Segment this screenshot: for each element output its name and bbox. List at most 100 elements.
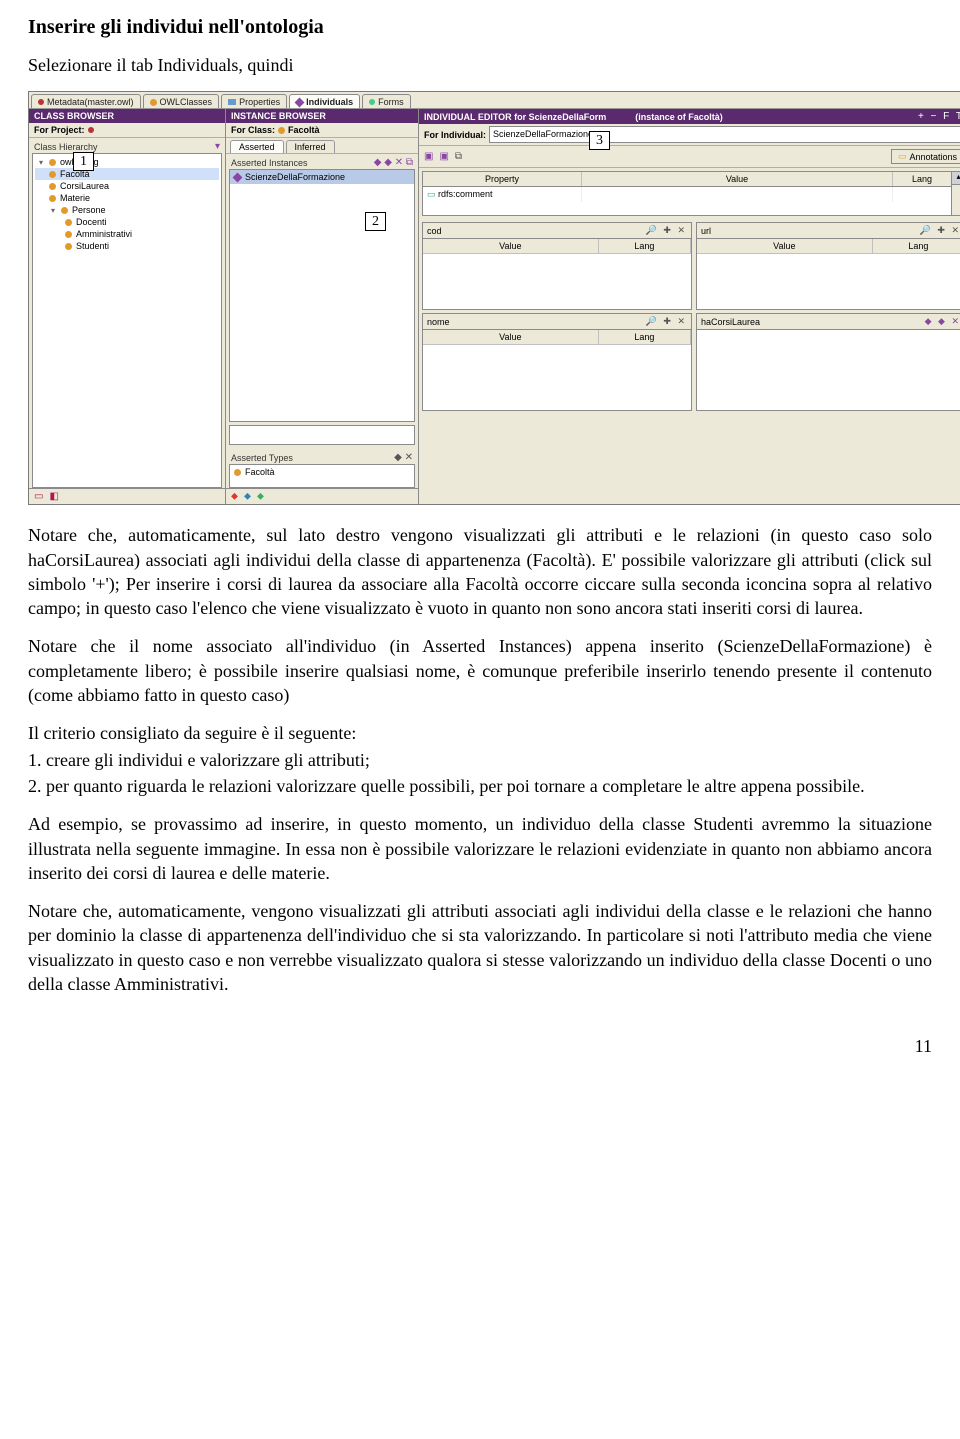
properties-icon [228, 99, 236, 105]
annotations-button-label: Annotations [909, 152, 957, 162]
asserted-instances-toolbar[interactable]: ◆ ◆ ✕ ⧉ [374, 157, 413, 168]
class-icon [234, 469, 241, 476]
instance-browser-header: INSTANCE BROWSER [226, 109, 418, 123]
tab-forms-label: Forms [378, 97, 404, 107]
class-tree[interactable]: ▾owl:Thing Facoltà CorsiLaurea Materie ▾… [32, 153, 222, 488]
asserted-types-toolbar[interactable]: ◆ ✕ [394, 452, 413, 463]
slot-hacorsilaurea-label: haCorsiLaurea [701, 317, 760, 327]
table-row[interactable]: ▭ rdfs:comment [423, 187, 951, 202]
class-icon [65, 243, 72, 250]
tab-properties[interactable]: Properties [221, 94, 287, 108]
list-item: creare gli individui e valorizzare gli a… [46, 748, 932, 772]
type-row[interactable]: Facoltà [230, 465, 414, 479]
inner-tab-asserted[interactable]: Asserted [230, 140, 284, 153]
metadata-icon [38, 99, 44, 105]
forms-icon [369, 99, 375, 105]
tree-node-docenti[interactable]: Docenti [35, 216, 219, 228]
para-4: Notare che, automaticamente, vengono vis… [28, 899, 932, 996]
para-3: Ad esempio, se provassimo ad inserire, i… [28, 812, 932, 885]
class-icon [49, 195, 56, 202]
slot-hacorsilaurea-input[interactable] [697, 330, 960, 410]
instance-row[interactable]: ScienzeDellaFormazione [230, 170, 414, 184]
footer-icon[interactable]: ⬥ [231, 491, 238, 502]
para-2: Notare che il nome associato all'individ… [28, 634, 932, 707]
instance-browser-footer: ⬥ ⬥ ⬥ [226, 488, 418, 504]
instance-label: ScienzeDellaFormazione [245, 172, 345, 182]
tree-node-facolta[interactable]: Facoltà [35, 168, 219, 180]
tree-node-corsilaurea[interactable]: CorsiLaurea [35, 180, 219, 192]
slot-cod-value-col: Value [423, 239, 599, 254]
editor-toolbar: ▣ ▣ ⧉ ▭ Annotations [419, 146, 960, 168]
inner-tab-inferred[interactable]: Inferred [286, 140, 335, 153]
annotations-button[interactable]: ▭ Annotations [891, 149, 960, 164]
class-icon [49, 159, 56, 166]
slot-url-tools[interactable]: 🔎 ✚ ✕ [920, 225, 960, 236]
criteria-intro: Il criterio consigliato da seguire è il … [28, 721, 932, 745]
class-icon [65, 219, 72, 226]
individuals-icon [295, 97, 305, 107]
class-icon [65, 231, 72, 238]
instance-search[interactable] [229, 425, 415, 445]
slot-nome: nome 🔎 ✚ ✕ Value Lang [422, 313, 692, 411]
slot-cod-label: cod [427, 226, 442, 236]
tree-node-label: CorsiLaurea [60, 181, 109, 191]
class-browser-toolbar[interactable]: ▾ [215, 141, 220, 152]
individual-editor-panel: INDIVIDUAL EDITOR for ScienzeDellaForm (… [419, 109, 960, 504]
slot-nome-input[interactable] [423, 345, 691, 400]
class-icon [61, 207, 68, 214]
annotations-table[interactable]: Property Value Lang ▭ rdfs:comment [422, 171, 952, 216]
tab-owl-classes[interactable]: OWLClasses [143, 94, 220, 108]
tab-properties-label: Properties [239, 97, 280, 107]
footer-icon[interactable]: ⬥ [257, 491, 264, 502]
tree-node-studenti[interactable]: Studenti [35, 240, 219, 252]
tree-node-persone[interactable]: ▾Persone [35, 204, 219, 216]
prop-icon: ▭ [427, 189, 436, 199]
tree-node-materie[interactable]: Materie [35, 192, 219, 204]
footer-icon[interactable]: ▭ [34, 491, 43, 502]
intro-text: Selezionare il tab Individuals, quindi [28, 53, 932, 77]
criteria-list: creare gli individui e valorizzare gli a… [28, 748, 932, 799]
callout-2: 2 [365, 212, 386, 231]
main-tabs: Metadata(master.owl) OWLClasses Properti… [29, 92, 960, 109]
editor-window-controls[interactable]: + − F T [918, 111, 960, 122]
asserted-types-label: Asserted Types [231, 453, 293, 463]
col-property: Property [423, 172, 582, 186]
editor-tool-icon[interactable]: ▣ [439, 151, 448, 162]
tree-node-amministrativi[interactable]: Amministrativi [35, 228, 219, 240]
footer-icon[interactable]: ⬥ [244, 491, 251, 502]
asserted-instances-list[interactable]: ScienzeDellaFormazione [229, 169, 415, 422]
slot-cod: cod 🔎 ✚ ✕ Value Lang [422, 222, 692, 310]
tree-root[interactable]: ▾owl:Thing [35, 156, 219, 168]
class-browser-subheader: For Project: [29, 123, 225, 138]
individual-name-input[interactable]: ScienzeDellaFormazione [489, 126, 960, 143]
editor-title-prefix: INDIVIDUAL EDITOR for ScienzeDellaForm [424, 112, 606, 122]
slot-cod-lang-col: Lang [599, 239, 691, 254]
prop-name: rdfs:comment [438, 189, 493, 199]
slot-url-label: url [701, 226, 711, 236]
slot-cod-input[interactable] [423, 254, 691, 309]
slot-url-value-col: Value [697, 239, 873, 254]
for-class-value: Facoltà [288, 125, 320, 135]
tree-node-label: Studenti [76, 241, 109, 251]
slot-nome-tools[interactable]: 🔎 ✚ ✕ [646, 316, 687, 327]
slots-row-2: nome 🔎 ✚ ✕ Value Lang haCorsiLaurea ◆ ◆ … [422, 313, 960, 411]
footer-icon[interactable]: ◧ [49, 491, 58, 502]
asserted-instances-label: Asserted Instances [231, 158, 308, 168]
col-lang: Lang [893, 172, 951, 186]
slot-cod-tools[interactable]: 🔎 ✚ ✕ [646, 225, 687, 236]
scrollbar[interactable]: ▴ [952, 171, 960, 216]
asserted-types-row: Asserted Types ◆ ✕ [226, 449, 418, 464]
slot-hacorsilaurea-tools[interactable]: ◆ ◆ ✕ [925, 316, 960, 327]
tab-metadata[interactable]: Metadata(master.owl) [31, 94, 141, 108]
class-icon [49, 183, 56, 190]
instance-browser-subheader: For Class: Facoltà [226, 123, 418, 138]
tab-individuals[interactable]: Individuals [289, 94, 360, 108]
instance-browser-panel: INSTANCE BROWSER For Class: Facoltà Asse… [226, 109, 419, 504]
slot-url-input[interactable] [697, 254, 960, 309]
asserted-types-list[interactable]: Facoltà [229, 464, 415, 488]
tab-forms[interactable]: Forms [362, 94, 411, 108]
tree-node-label: Persone [72, 205, 106, 215]
editor-tool-icon[interactable]: ▣ [424, 151, 433, 162]
editor-tool-icon[interactable]: ⧉ [455, 151, 462, 162]
list-item: per quanto riguarda le relazioni valoriz… [46, 774, 932, 798]
